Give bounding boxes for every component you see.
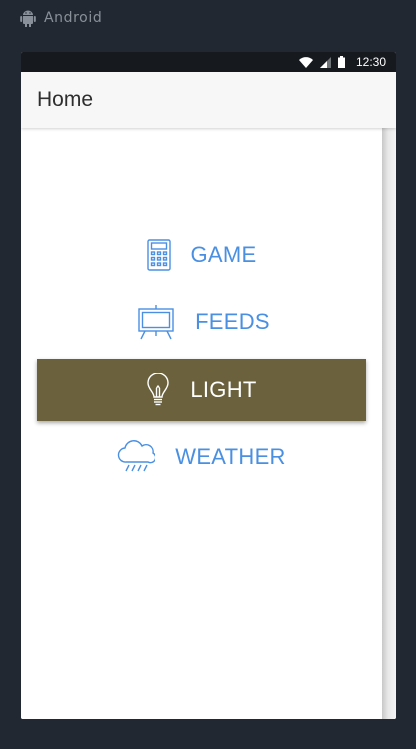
signal-icon (319, 56, 331, 68)
easel-board-icon (133, 304, 175, 340)
menu-item-label: GAME (190, 242, 257, 267)
menu-item-label: FEEDS (195, 309, 270, 334)
menu-item-label: WEATHER (175, 444, 286, 469)
wifi-icon (298, 56, 313, 68)
battery-icon (337, 56, 345, 68)
status-clock: 12:30 (355, 55, 386, 69)
page-title: Home (37, 88, 94, 111)
rain-cloud-icon (117, 440, 156, 474)
lightbulb-icon (146, 373, 170, 407)
menu-item-game[interactable]: GAME (37, 224, 366, 286)
android-icon (20, 9, 36, 27)
menu-list: GAME FEEDS LIGHT WEATHER (21, 128, 382, 719)
drawer-edge-shadow (382, 128, 396, 719)
os-name: Android (44, 10, 103, 26)
os-label: Android (20, 8, 102, 28)
app-bar: Home (21, 72, 396, 128)
menu-item-light[interactable]: LIGHT (37, 359, 366, 421)
phone-screen: 12:30 Home GAME FEEDS LIGHT WEATHER (21, 52, 396, 719)
menu-item-weather[interactable]: WEATHER (37, 426, 366, 488)
status-bar: 12:30 (21, 52, 396, 72)
calculator-icon (146, 239, 171, 271)
menu-item-label: LIGHT (190, 377, 257, 402)
menu-item-feeds[interactable]: FEEDS (37, 291, 366, 353)
